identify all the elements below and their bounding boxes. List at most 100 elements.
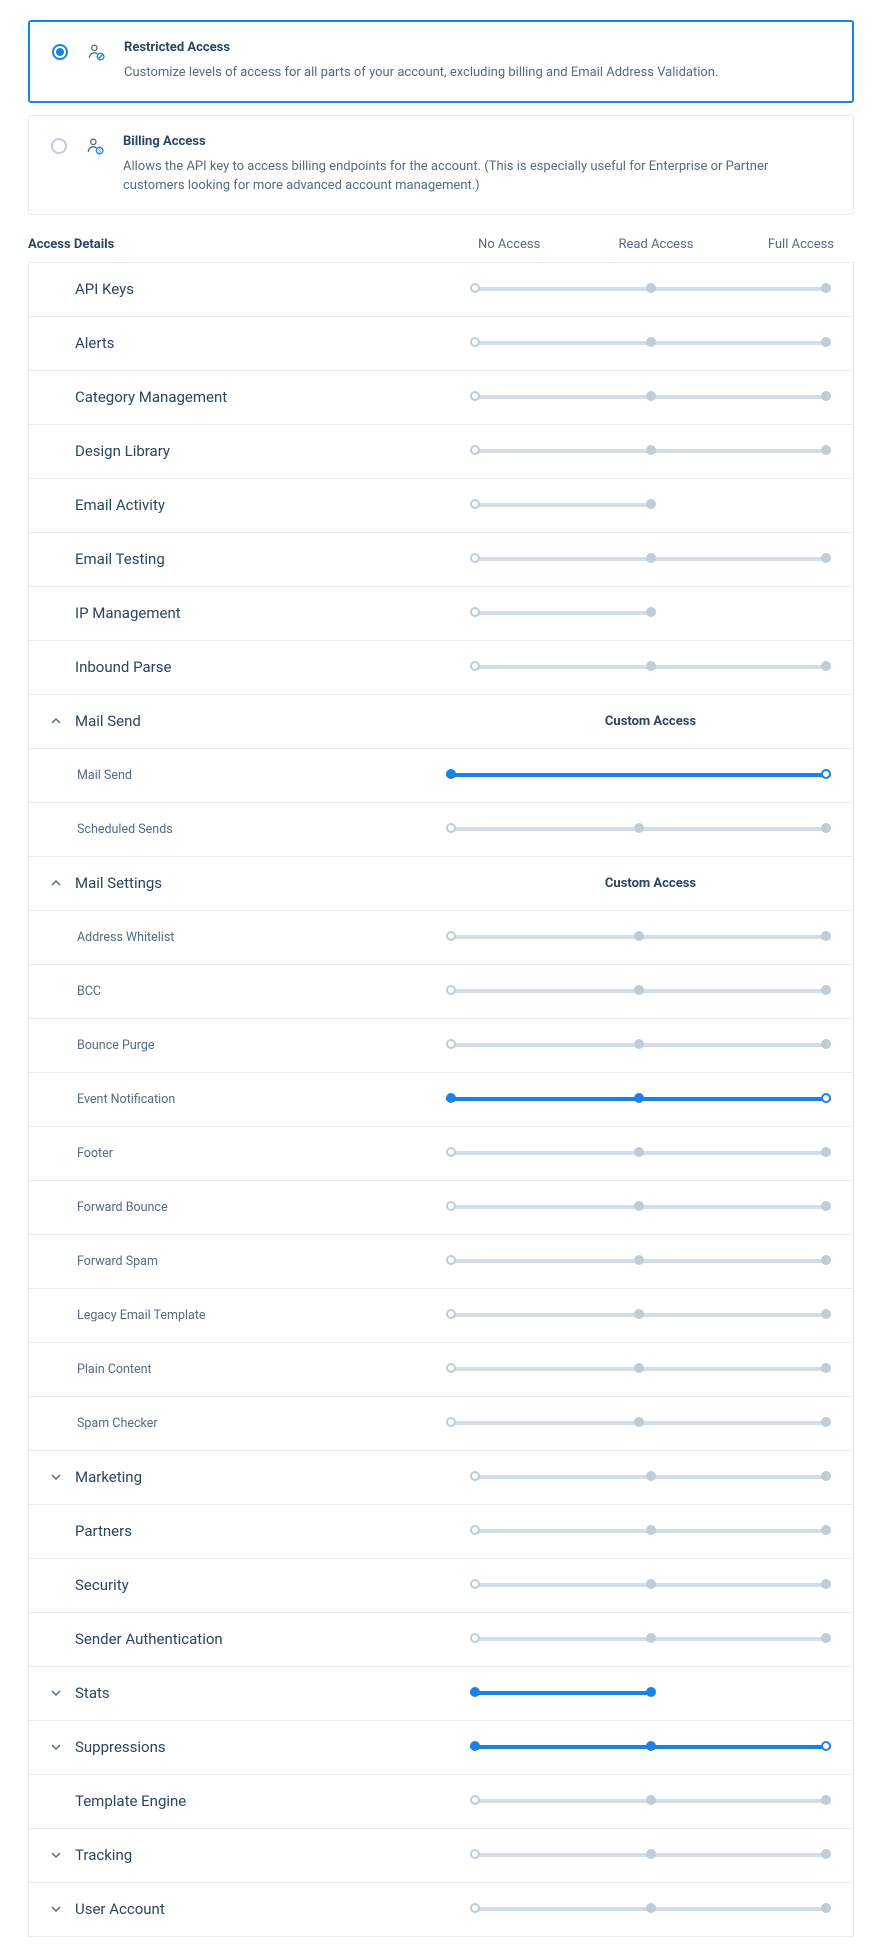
permission-row: Forward Spam	[29, 1235, 853, 1289]
permission-row: BCC	[29, 965, 853, 1019]
access-slider[interactable]	[470, 1582, 831, 1588]
permission-row: Address Whitelist	[29, 911, 853, 965]
permission-label: User Account	[75, 1900, 470, 1918]
permission-label: API Keys	[75, 280, 470, 298]
permission-row: Design Library	[29, 425, 853, 479]
permission-label: Stats	[75, 1684, 470, 1702]
permission-row: Plain Content	[29, 1343, 853, 1397]
permission-label: Spam Checker	[51, 1416, 446, 1431]
permission-row: Stats	[29, 1667, 853, 1721]
access-slider[interactable]	[470, 286, 831, 292]
permission-label: Mail Send	[51, 768, 446, 783]
access-slider[interactable]	[446, 1420, 831, 1426]
permission-label: Partners	[75, 1522, 470, 1540]
access-slider[interactable]	[470, 340, 831, 346]
permission-row: Category Management	[29, 371, 853, 425]
access-slider[interactable]	[470, 556, 831, 562]
permission-label: Alerts	[75, 334, 470, 352]
access-slider[interactable]	[470, 1744, 831, 1750]
access-slider[interactable]	[446, 1258, 831, 1264]
access-details-header: Access Details No Access Read Access Ful…	[28, 227, 854, 262]
access-slider[interactable]	[446, 1096, 831, 1102]
access-slider[interactable]	[470, 1474, 831, 1480]
access-slider[interactable]	[470, 502, 831, 508]
permission-row: API Keys	[29, 263, 853, 317]
permission-label: Mail Send	[75, 712, 470, 730]
access-slider[interactable]	[470, 1852, 831, 1858]
access-slider[interactable]	[446, 934, 831, 940]
permission-label: Security	[75, 1576, 470, 1594]
access-slider[interactable]	[470, 664, 831, 670]
permission-label: Category Management	[75, 388, 470, 406]
access-slider[interactable]	[470, 394, 831, 400]
access-slider[interactable]	[446, 772, 831, 778]
chevron-down-icon[interactable]	[51, 1472, 65, 1482]
access-slider[interactable]	[446, 826, 831, 832]
permission-row: User Account	[29, 1883, 853, 1937]
permission-label: Scheduled Sends	[51, 822, 446, 837]
access-slider[interactable]	[446, 1366, 831, 1372]
permission-row: Footer	[29, 1127, 853, 1181]
permission-label: Inbound Parse	[75, 658, 470, 676]
permission-label: Plain Content	[51, 1362, 446, 1377]
permission-row: Alerts	[29, 317, 853, 371]
permission-row: Tracking	[29, 1829, 853, 1883]
access-slider[interactable]	[470, 1798, 831, 1804]
permission-row: Forward Bounce	[29, 1181, 853, 1235]
permission-row: Email Activity	[29, 479, 853, 533]
permission-label: Address Whitelist	[51, 930, 446, 945]
permission-label: Marketing	[75, 1468, 470, 1486]
permission-row: Scheduled Sends	[29, 803, 853, 857]
permission-row: Legacy Email Template	[29, 1289, 853, 1343]
permission-label: Legacy Email Template	[51, 1308, 446, 1323]
chevron-down-icon[interactable]	[51, 1850, 65, 1860]
permission-label: Email Activity	[75, 496, 470, 514]
restricted-title: Restricted Access	[124, 40, 830, 55]
permission-row: Sender Authentication	[29, 1613, 853, 1667]
permission-row: Spam Checker	[29, 1397, 853, 1451]
restricted-desc: Customize levels of access for all parts…	[124, 63, 830, 83]
access-slider[interactable]	[446, 1312, 831, 1318]
access-slider[interactable]	[446, 1150, 831, 1156]
access-slider[interactable]	[446, 1204, 831, 1210]
access-slider[interactable]	[446, 988, 831, 994]
user-restricted-icon	[86, 42, 106, 62]
radio-restricted[interactable]	[52, 44, 68, 60]
permission-label: Forward Spam	[51, 1254, 446, 1269]
chevron-down-icon[interactable]	[51, 1904, 65, 1914]
permission-label: BCC	[51, 984, 446, 999]
billing-desc: Allows the API key to access billing end…	[123, 157, 831, 196]
permission-row: Email Testing	[29, 533, 853, 587]
chevron-down-icon[interactable]	[51, 1742, 65, 1752]
permission-label: Design Library	[75, 442, 470, 460]
permission-row: Bounce Purge	[29, 1019, 853, 1073]
permission-label: Suppressions	[75, 1738, 470, 1756]
chevron-down-icon[interactable]	[51, 1688, 65, 1698]
permission-row: Inbound Parse	[29, 641, 853, 695]
chevron-up-icon[interactable]	[51, 716, 65, 726]
chevron-up-icon[interactable]	[51, 878, 65, 888]
permission-label: Mail Settings	[75, 874, 470, 892]
access-slider[interactable]	[470, 448, 831, 454]
permission-label: Sender Authentication	[75, 1630, 470, 1648]
access-slider[interactable]	[446, 1042, 831, 1048]
access-slider[interactable]	[470, 610, 831, 616]
custom-access-label: Custom Access	[470, 714, 831, 729]
permission-row: Template Engine	[29, 1775, 853, 1829]
permission-label: Email Testing	[75, 550, 470, 568]
permission-row: Partners	[29, 1505, 853, 1559]
access-slider[interactable]	[470, 1636, 831, 1642]
radio-billing[interactable]	[51, 138, 67, 154]
restricted-access-option[interactable]: Restricted Access Customize levels of ac…	[28, 20, 854, 103]
permission-label: IP Management	[75, 604, 470, 622]
user-billing-icon: $	[85, 136, 105, 156]
access-slider[interactable]	[470, 1528, 831, 1534]
permission-label: Tracking	[75, 1846, 470, 1864]
access-slider[interactable]	[470, 1906, 831, 1912]
permission-row: Event Notification	[29, 1073, 853, 1127]
access-slider[interactable]	[470, 1690, 831, 1696]
permission-label: Event Notification	[51, 1092, 446, 1107]
permission-row: Marketing	[29, 1451, 853, 1505]
permission-label: Forward Bounce	[51, 1200, 446, 1215]
billing-access-option[interactable]: $ Billing Access Allows the API key to a…	[28, 115, 854, 215]
